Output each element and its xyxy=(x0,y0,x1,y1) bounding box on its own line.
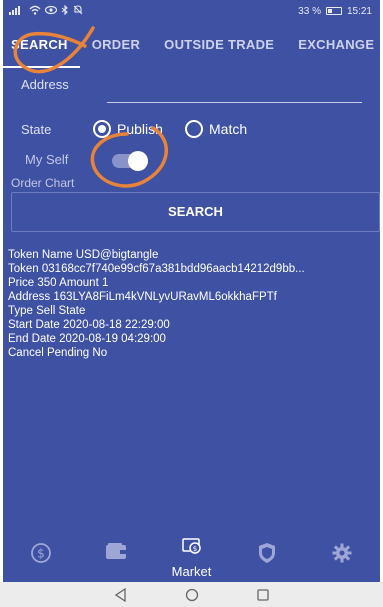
address-label: Address xyxy=(21,77,69,92)
radio-publish-label: Publish xyxy=(117,121,163,137)
nav-shield[interactable] xyxy=(229,528,304,569)
search-form: Address State Publish Match My Self Orde… xyxy=(3,68,380,194)
myself-label: My Self xyxy=(25,152,69,167)
result-line: Address 163LYA8FiLm4kVNLyvURavML6okkhaFP… xyxy=(8,291,277,303)
result-line: Type Sell State xyxy=(8,305,86,317)
result-line: Start Date 2020-08-18 22:29:00 xyxy=(8,319,170,331)
nav-dollar[interactable]: $ xyxy=(3,528,78,569)
wallet-icon xyxy=(105,542,127,565)
bluetooth-icon xyxy=(61,4,69,18)
back-icon[interactable] xyxy=(114,587,128,602)
result-line: Cancel Pending No xyxy=(8,347,108,359)
radio-match-circle[interactable] xyxy=(185,120,203,138)
address-row: Address xyxy=(3,68,380,114)
svg-text:$: $ xyxy=(192,545,196,553)
nav-market[interactable]: $ Market xyxy=(154,528,229,579)
address-input[interactable] xyxy=(107,82,362,102)
order-chart-label: Order Chart xyxy=(11,176,75,190)
myself-row: My Self xyxy=(3,144,380,174)
myself-toggle[interactable] xyxy=(112,151,148,171)
app-screen: 33 % 15:21 SEARCH ORDER OUTSIDE TRADE EX… xyxy=(3,0,380,582)
market-icon: $ xyxy=(181,536,203,561)
shield-icon xyxy=(257,542,277,569)
svg-text:$: $ xyxy=(37,547,45,561)
state-row: State Publish Match xyxy=(3,114,380,144)
search-button[interactable]: SEARCH xyxy=(11,192,380,232)
nav-wallet[interactable] xyxy=(78,528,153,565)
result-details: Token Name USD@bigtangle Token 03168cc7f… xyxy=(8,248,380,360)
tab-search[interactable]: SEARCH xyxy=(3,22,80,68)
bottom-navigation: $ $ Market xyxy=(3,528,380,582)
recents-icon[interactable] xyxy=(256,588,270,602)
signal-icon xyxy=(9,5,25,18)
home-icon[interactable] xyxy=(185,588,199,602)
eye-icon xyxy=(44,5,58,18)
result-line: Price 350 Amount 1 xyxy=(8,277,109,289)
nav-settings[interactable] xyxy=(305,528,380,569)
mute-icon xyxy=(73,4,83,18)
tab-exchange[interactable]: EXCHANGE xyxy=(286,22,380,68)
system-navigation-bar xyxy=(0,582,383,607)
result-line: End Date 2020-08-19 04:29:00 xyxy=(8,333,166,345)
status-right: 33 % 15:21 xyxy=(298,6,372,17)
tab-bar: SEARCH ORDER OUTSIDE TRADE EXCHANGE xyxy=(3,22,380,68)
radio-publish-circle[interactable] xyxy=(93,120,111,138)
radio-match[interactable]: Match xyxy=(185,120,247,138)
result-line: Token Name USD@bigtangle xyxy=(8,249,159,261)
dollar-icon: $ xyxy=(30,542,52,569)
state-label: State xyxy=(21,121,52,137)
tab-outside-trade[interactable]: OUTSIDE TRADE xyxy=(152,22,286,68)
order-chart-row: Order Chart xyxy=(3,174,380,194)
battery-text: 33 % xyxy=(298,5,321,17)
battery-icon xyxy=(325,7,342,15)
radio-publish[interactable]: Publish xyxy=(93,120,163,138)
toggle-knob xyxy=(128,151,148,171)
status-bar: 33 % 15:21 xyxy=(3,0,380,22)
status-icons xyxy=(9,4,83,18)
tab-order[interactable]: ORDER xyxy=(80,22,152,68)
status-time: 15:21 xyxy=(346,5,372,17)
address-underline xyxy=(107,102,362,103)
nav-market-label: Market xyxy=(171,564,212,579)
gear-icon xyxy=(331,542,353,569)
radio-match-label: Match xyxy=(209,121,248,137)
wifi-icon xyxy=(29,5,41,18)
result-line: Token 03168cc7f740e99cf67a381bdd96aacb14… xyxy=(8,263,305,275)
